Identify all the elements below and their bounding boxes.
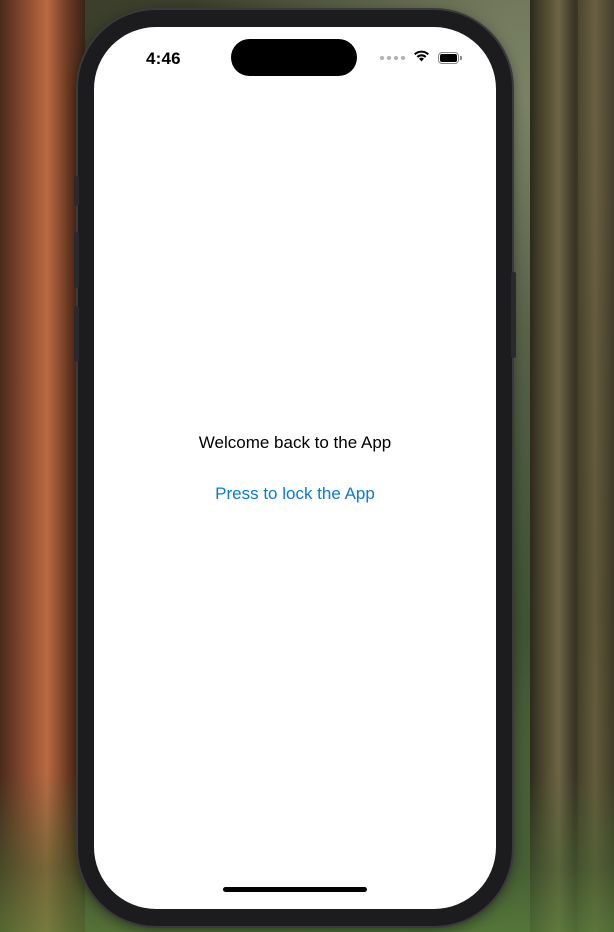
- iphone-simulator: 4:46 Welcome back to the App Press to lo…: [74, 10, 516, 926]
- power-button: [511, 272, 516, 358]
- welcome-text: Welcome back to the App: [198, 433, 392, 452]
- lock-app-button[interactable]: Press to lock the App: [195, 479, 395, 509]
- app-content: Welcome back to the App Press to lock th…: [94, 27, 496, 909]
- volume-up-button: [74, 232, 79, 288]
- home-indicator[interactable]: [223, 887, 367, 892]
- volume-down-button: [74, 306, 79, 362]
- phone-screen: 4:46 Welcome back to the App Press to lo…: [94, 27, 496, 909]
- action-button: [74, 176, 79, 206]
